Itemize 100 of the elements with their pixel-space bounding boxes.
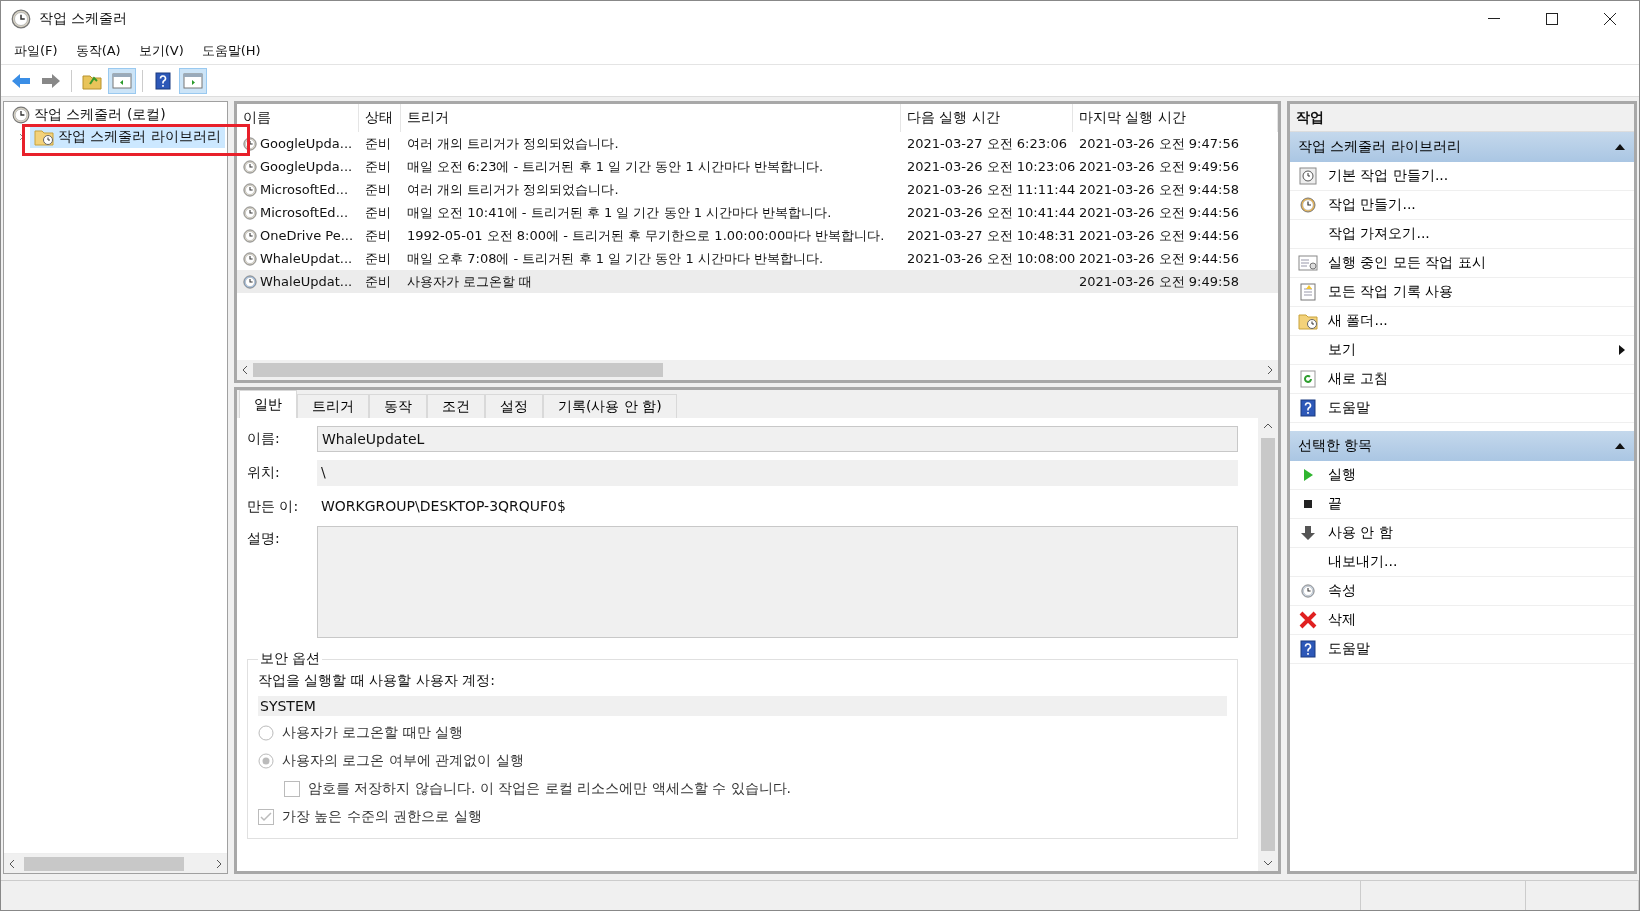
table-cell: 매일 오후 7:08에 - 트리거된 후 1 일 기간 동안 1 시간마다 반복합니다. [407, 249, 824, 268]
table-cell: 2021-03-26 오전 9:44:58 [1079, 180, 1239, 199]
tab[interactable]: 일반 [239, 390, 297, 418]
minimize-icon [1488, 18, 1500, 20]
table-row[interactable]: GoogleUpda... 준비 매일 오전 6:23에 - 트리거된 후 1 일 기간 동안 1 시간마다 반복합니다. 2021-03-26 오전 10:23:06 2021-03-26 오전 9:49:56 [237, 155, 1278, 178]
stop-icon [1302, 498, 1314, 510]
table-row[interactable]: MicrosoftEd... 준비 매일 오전 10:41에 - 트리거된 후 1 일 기간 동안 1 시간마다 반복합니다. 2021-03-26 오전 10:41:44 2021-03-26 오전 9:44:56 [237, 201, 1278, 224]
tab[interactable]: 트리거 [297, 394, 369, 418]
tab[interactable]: 동작 [369, 394, 427, 418]
scrollbar[interactable] [1258, 418, 1278, 871]
back-arrow-icon [11, 72, 31, 89]
account-field: SYSTEM [258, 696, 1227, 716]
table-cell: 2021-03-26 오전 9:44:56 [1079, 203, 1239, 222]
table-cell: 준비 [365, 134, 391, 153]
table-cell: 준비 [365, 249, 391, 268]
table-cell: 2021-03-27 오전 10:48:31 [907, 226, 1076, 245]
close-icon [1604, 13, 1616, 25]
option-label: 가장 높은 수준의 권한으로 실행 [282, 808, 482, 826]
tab[interactable]: 기록(사용 안 함) [543, 394, 677, 418]
column-header[interactable]: 상태 [359, 104, 401, 132]
table-cell: 준비 [365, 180, 391, 199]
task-list-icon [1298, 255, 1318, 271]
clock-icon [243, 159, 257, 174]
column-header[interactable]: 마지막 실행 시간 [1073, 104, 1278, 132]
new-folder-icon [1298, 312, 1318, 330]
collapse-arrow-icon [1614, 442, 1626, 450]
field-label: 만든 이: [247, 497, 300, 516]
task-clock-icon [1299, 167, 1317, 185]
table-cell: 2021-03-26 오전 9:44:56 [1079, 249, 1239, 268]
scrollbar[interactable] [4, 853, 227, 873]
description-field[interactable] [317, 526, 1238, 638]
clock-icon [243, 228, 257, 243]
table-cell: 여러 개의 트리거가 정의되었습니다. [407, 134, 619, 153]
table-cell: 2021-03-26 오전 9:49:58 [1079, 272, 1239, 291]
table-cell: 2021-03-26 오전 10:41:44 [907, 203, 1076, 222]
table-row[interactable]: OneDrive Pe... 준비 1992-05-01 오전 8:00에 - 트리거된 후 무기한으로 1.00:00:00마다 반복합니다. 2021-03-27 오전 10:48:31 2021-03-26 오전 9:44:56 [237, 224, 1278, 247]
table-cell: OneDrive Pe... [260, 228, 354, 243]
table-row[interactable]: MicrosoftEd... 준비 여러 개의 트리거가 정의되었습니다. 2021-03-26 오전 11:11:44 2021-03-26 오전 9:44:58 [237, 178, 1278, 201]
scrollbar[interactable] [237, 360, 1278, 380]
account-label: 작업을 실행할 때 사용할 사용자 계정: [258, 672, 496, 690]
refresh-icon [1300, 370, 1316, 388]
clock-icon [1301, 584, 1315, 598]
scroll-down-icon[interactable] [1263, 859, 1273, 867]
table-cell: 2021-03-26 오전 11:11:44 [907, 180, 1076, 199]
field-label: 설명: [247, 529, 281, 548]
table-cell: 여러 개의 트리거가 정의되었습니다. [407, 180, 619, 199]
table-cell: 2021-03-26 오전 9:47:56 [1079, 134, 1239, 153]
clock-icon [243, 205, 257, 220]
tree-item[interactable]: 작업 스케줄러 (로컬) [8, 104, 170, 126]
clock-icon [243, 136, 257, 151]
table-row[interactable]: GoogleUpda... 준비 여러 개의 트리거가 정의되었습니다. 2021-03-27 오전 6:23:06 2021-03-26 오전 9:47:56 [237, 132, 1278, 155]
menu-item[interactable]: 도움말(H) [192, 41, 270, 60]
table-cell: 준비 [365, 272, 391, 291]
table-cell: GoogleUpda... [260, 159, 353, 174]
clock-icon [11, 9, 31, 29]
window-title: 작업 스케줄러 [39, 10, 128, 28]
table-cell: 1992-05-01 오전 8:00에 - 트리거된 후 무기한으로 1.00:00:00마다 반복합니다. [407, 226, 885, 245]
location-field: \ [317, 460, 1238, 486]
menu-item[interactable]: 파일(F) [5, 41, 67, 60]
tab[interactable]: 조건 [427, 394, 485, 418]
help-icon [1300, 399, 1316, 417]
section-header[interactable]: 선택한 항목 [1290, 431, 1634, 461]
clock-icon [243, 251, 257, 266]
table-cell: 2021-03-26 오전 9:49:56 [1079, 157, 1239, 176]
option-label: 암호를 저장하지 않습니다. 이 작업은 로컬 리소스에만 액세스할 수 있습니다. [308, 780, 791, 798]
option-label: 사용자의 로그온 여부에 관계없이 실행 [282, 752, 524, 770]
panel-toggle-icon [112, 72, 132, 89]
submenu-arrow-icon [1618, 344, 1626, 356]
table-cell: WhaleUpdat... [260, 274, 353, 289]
field-label: 위치: [247, 463, 281, 482]
table-cell: 준비 [365, 203, 391, 222]
forward-arrow-icon [41, 72, 61, 89]
table-row[interactable]: WhaleUpdat... 준비 사용자가 로그온할 때 2021-03-26 오전 9:49:58 [237, 270, 1278, 293]
clock-icon [243, 274, 257, 289]
maximize-icon [1546, 13, 1558, 25]
scroll-up-icon[interactable] [1263, 422, 1273, 430]
table-cell: WhaleUpdat... [260, 251, 353, 266]
table-row[interactable]: WhaleUpdat... 준비 매일 오후 7:08에 - 트리거된 후 1 일 기간 동안 1 시간마다 반복합니다. 2021-03-26 오전 10:08:00 2021-03-26 오전 9:44:56 [237, 247, 1278, 270]
tree-item[interactable]: 작업 스케줄러 라이브러리 [30, 126, 225, 148]
table-cell: 2021-03-26 오전 9:44:56 [1079, 226, 1239, 245]
help-icon [155, 71, 171, 90]
menu-item[interactable]: 동작(A) [66, 41, 130, 60]
panel-toggle-icon [183, 72, 203, 89]
name-field[interactable]: WhaleUpdateL [317, 426, 1238, 452]
field-label: 이름: [247, 429, 281, 448]
menu-item[interactable]: 보기(V) [129, 41, 193, 60]
table-cell: 2021-03-26 오전 10:08:00 [907, 249, 1076, 268]
tab[interactable]: 설정 [485, 394, 543, 418]
delete-icon [1299, 611, 1317, 629]
group-title: 보안 옵션 [259, 650, 322, 668]
column-header[interactable]: 이름 [237, 104, 359, 132]
table-cell: MicrosoftEd... [260, 205, 349, 220]
column-header[interactable]: 다음 실행 시간 [901, 104, 1073, 132]
table-cell: 2021-03-26 오전 10:23:06 [907, 157, 1076, 176]
log-icon [1300, 283, 1316, 301]
down-arrow-icon [1300, 525, 1316, 541]
table-cell: 매일 오전 6:23에 - 트리거된 후 1 일 기간 동안 1 시간마다 반복합니다. [407, 157, 824, 176]
section-header[interactable]: 작업 스케줄러 라이브러리 [1290, 132, 1634, 162]
column-header[interactable]: 트리거 [401, 104, 901, 132]
table-cell: 준비 [365, 226, 391, 245]
